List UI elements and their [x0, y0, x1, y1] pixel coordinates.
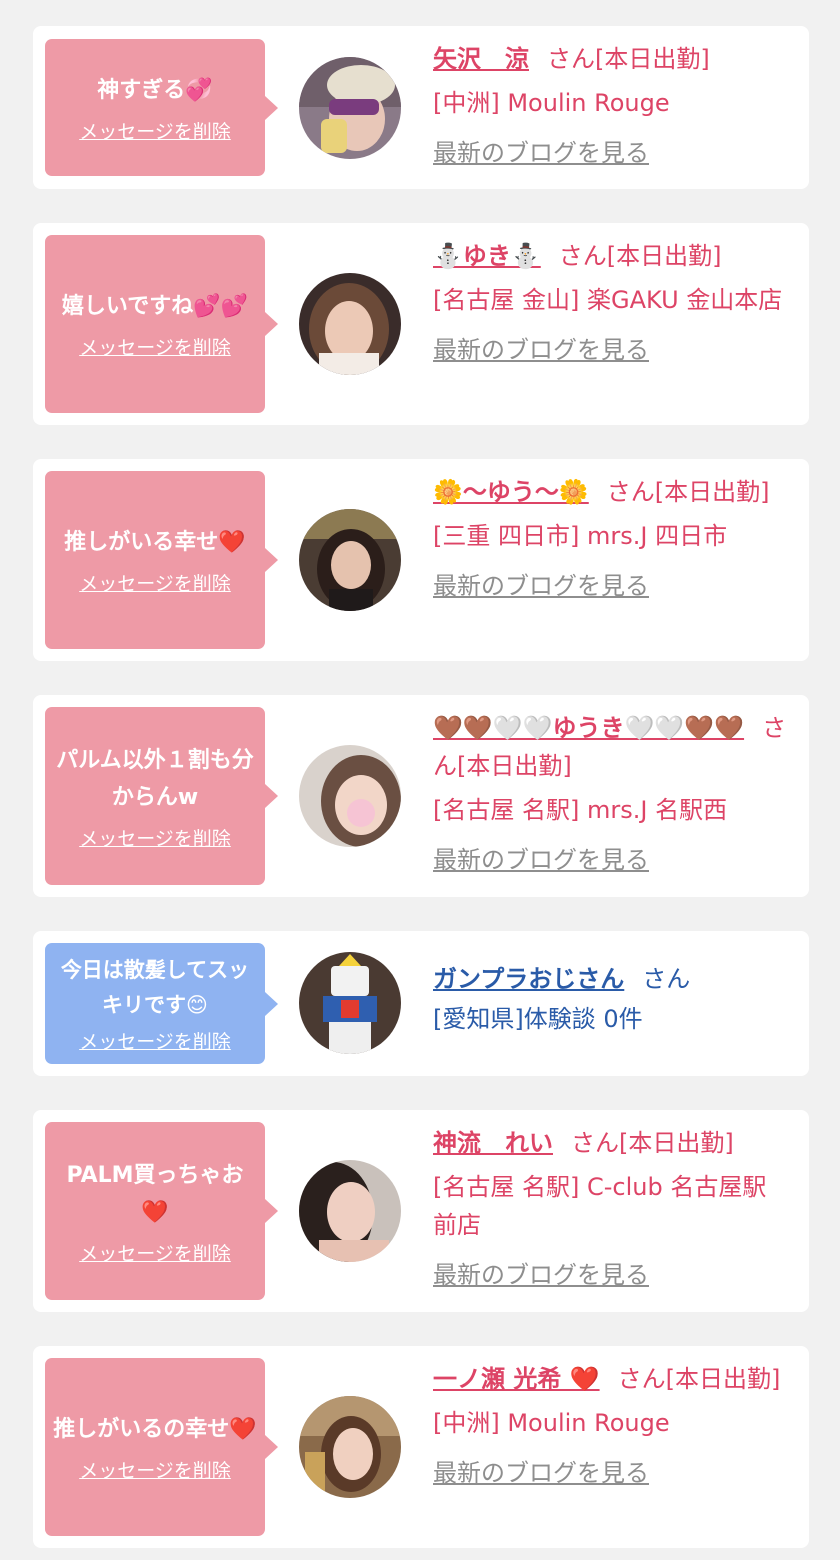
- message-text: 神すぎる💞: [97, 77, 213, 103]
- message-text: パルム以外１割も分からんw: [56, 747, 254, 810]
- delete-message-link[interactable]: メッセージを削除: [79, 1239, 231, 1266]
- avatar-photo: [299, 952, 401, 1054]
- sender-name-link[interactable]: ガンプラおじさん: [433, 965, 624, 993]
- message-text: 嬉しいですね💕💕: [61, 294, 249, 319]
- delete-message-link[interactable]: メッセージを削除: [79, 1027, 231, 1054]
- message-card: 今日は散髪してスッキリです😊 メッセージを削除 ガンプラおじさん さん [愛知県]…: [33, 931, 809, 1076]
- message-text: PALM買っちゃお❤️: [66, 1162, 244, 1225]
- avatar[interactable]: [299, 509, 401, 611]
- sender-name-link[interactable]: 神流 れい: [433, 1129, 553, 1157]
- message-text: 推しがいるの幸せ❤️: [53, 1417, 257, 1442]
- message-bubble: 推しがいるの幸せ❤️ メッセージを削除: [45, 1358, 278, 1536]
- sender-name-link[interactable]: 一ノ瀬 光希 ❤️: [433, 1365, 600, 1393]
- shop-name: [名古屋 金山] 楽GAKU 金山本店: [433, 286, 783, 314]
- sender-name-link[interactable]: 🌼〜ゆう〜🌼: [433, 478, 589, 506]
- latest-blog-link[interactable]: 最新のブログを見る: [433, 1256, 649, 1294]
- avatar[interactable]: [299, 1396, 401, 1498]
- sender-info: ⛄ゆき⛄ さん[本日出勤] [名古屋 金山] 楽GAKU 金山本店 最新のブログを…: [433, 237, 789, 369]
- avatar[interactable]: [299, 745, 401, 847]
- sender-info: ガンプラおじさん さん [愛知県]体験談 0件: [433, 960, 789, 1038]
- delete-message-link[interactable]: メッセージを削除: [79, 1456, 231, 1483]
- message-bubble: 神すぎる💞 メッセージを削除: [45, 39, 278, 176]
- avatar[interactable]: [299, 57, 401, 159]
- sender-status: さん: [642, 965, 691, 993]
- delete-message-link[interactable]: メッセージを削除: [79, 569, 231, 596]
- shop-name: [三重 四日市] mrs.J 四日市: [433, 522, 728, 550]
- sender-info: 一ノ瀬 光希 ❤️ さん[本日出勤] [中洲] Moulin Rouge 最新のブ…: [433, 1360, 789, 1492]
- sender-info: 神流 れい さん[本日出勤] [名古屋 名駅] C-club 名古屋駅前店 最新の…: [433, 1124, 789, 1294]
- avatar-photo: [299, 273, 401, 375]
- avatar-photo: [299, 745, 401, 847]
- message-card: 神すぎる💞 メッセージを削除 矢沢 涼さん[本日出勤] [中洲] Moulin …: [33, 26, 809, 189]
- sender-status: さん[本日出勤]: [547, 45, 710, 73]
- sender-status: さん[本日出勤]: [617, 1365, 781, 1393]
- message-text: 推しがいる幸せ❤️: [64, 530, 246, 555]
- latest-blog-link[interactable]: 最新のブログを見る: [433, 331, 649, 369]
- message-bubble: パルム以外１割も分からんw メッセージを削除: [45, 707, 278, 885]
- delete-message-link[interactable]: メッセージを削除: [79, 824, 231, 851]
- sender-info: 🤎🤎🤍🤍ゆうき🤍🤍🤎🤎 さん[本日出勤] [名古屋 名駅] mrs.J 名駅西 最…: [433, 709, 789, 879]
- message-bubble: 嬉しいですね💕💕 メッセージを削除: [45, 235, 278, 413]
- sender-status: さん[本日出勤]: [558, 242, 722, 270]
- latest-blog-link[interactable]: 最新のブログを見る: [433, 567, 649, 605]
- shop-name: [中洲] Moulin Rouge: [433, 1409, 670, 1437]
- message-text: 今日は散髪してスッキリです😊: [60, 958, 250, 1017]
- message-bubble: 今日は散髪してスッキリです😊 メッセージを削除: [45, 943, 278, 1064]
- latest-blog-link[interactable]: 最新のブログを見る: [433, 134, 649, 172]
- message-bubble: PALM買っちゃお❤️ メッセージを削除: [45, 1122, 278, 1300]
- latest-blog-link[interactable]: 最新のブログを見る: [433, 1454, 649, 1492]
- avatar[interactable]: [299, 273, 401, 375]
- message-card: 推しがいる幸せ❤️ メッセージを削除 🌼〜ゆう〜🌼 さん[本日出勤] [三重 四日…: [33, 459, 809, 661]
- message-card: 嬉しいですね💕💕 メッセージを削除 ⛄ゆき⛄ さん[本日出勤] [名古屋 金山] …: [33, 223, 809, 425]
- message-list: 神すぎる💞 メッセージを削除 矢沢 涼さん[本日出勤] [中洲] Moulin …: [0, 0, 840, 1548]
- delete-message-link[interactable]: メッセージを削除: [79, 117, 231, 144]
- review-count: [愛知県]体験談 0件: [433, 1005, 643, 1033]
- sender-name-link[interactable]: 🤎🤎🤍🤍ゆうき🤍🤍🤎🤎: [433, 714, 744, 742]
- avatar-photo: [299, 57, 401, 159]
- avatar[interactable]: [299, 952, 401, 1054]
- avatar[interactable]: [299, 1160, 401, 1262]
- message-bubble: 推しがいる幸せ❤️ メッセージを削除: [45, 471, 278, 649]
- avatar-photo: [299, 509, 401, 611]
- delete-message-link[interactable]: メッセージを削除: [79, 333, 231, 360]
- sender-info: 矢沢 涼さん[本日出勤] [中洲] Moulin Rouge 最新のブログを見る: [433, 40, 789, 172]
- sender-info: 🌼〜ゆう〜🌼 さん[本日出勤] [三重 四日市] mrs.J 四日市 最新のブログ…: [433, 473, 789, 605]
- sender-name-link[interactable]: 矢沢 涼: [433, 45, 529, 73]
- avatar-photo: [299, 1160, 401, 1262]
- sender-status: さん[本日出勤]: [606, 478, 770, 506]
- message-card: 推しがいるの幸せ❤️ メッセージを削除 一ノ瀬 光希 ❤️ さん[本日出勤] [中…: [33, 1346, 809, 1548]
- sender-status: さん[本日出勤]: [571, 1129, 734, 1157]
- latest-blog-link[interactable]: 最新のブログを見る: [433, 841, 649, 879]
- message-card: パルム以外１割も分からんw メッセージを削除 🤎🤎🤍🤍ゆうき🤍🤍🤎🤎 さん[本日出…: [33, 695, 809, 897]
- message-card: PALM買っちゃお❤️ メッセージを削除 神流 れい さん[本日出勤] [名古屋 …: [33, 1110, 809, 1312]
- avatar-photo: [299, 1396, 401, 1498]
- shop-name: [名古屋 名駅] mrs.J 名駅西: [433, 796, 728, 824]
- shop-name: [中洲] Moulin Rouge: [433, 89, 670, 117]
- shop-name: [名古屋 名駅] C-club 名古屋駅前店: [433, 1173, 767, 1239]
- sender-name-link[interactable]: ⛄ゆき⛄: [433, 242, 541, 270]
